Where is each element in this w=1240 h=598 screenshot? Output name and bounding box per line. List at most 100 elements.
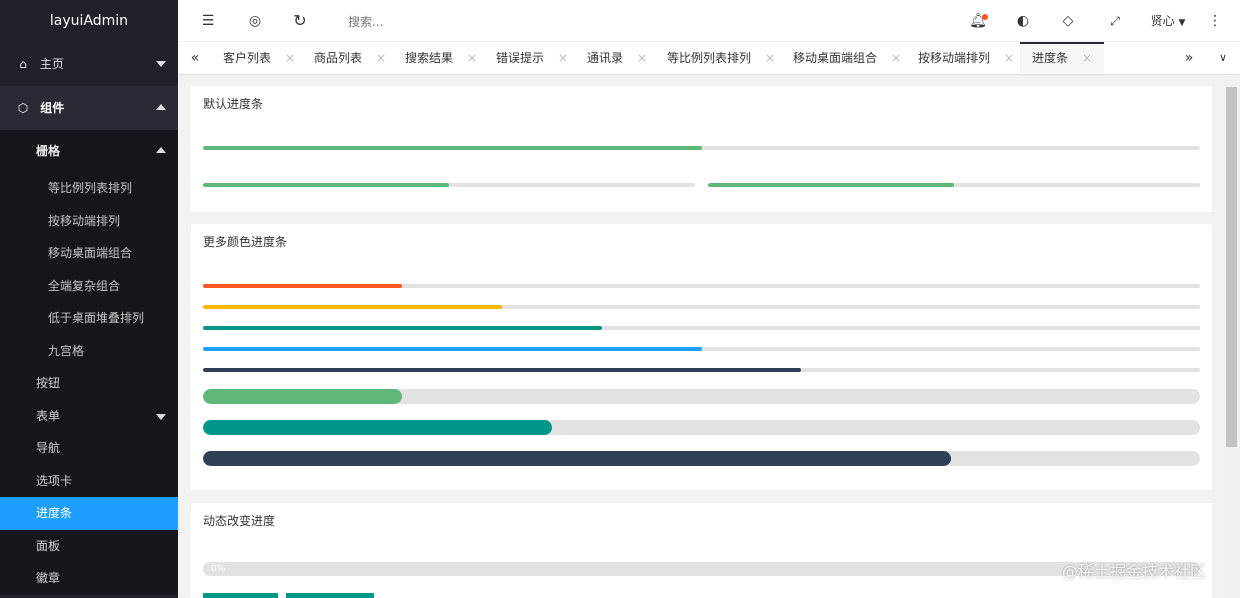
sidebar-item-grid[interactable]: 栅格 [0,130,178,172]
search-input[interactable] [348,13,508,31]
sidebar-item-label: 组件 [40,101,65,115]
sidebar-item-forms[interactable]: 表单 [0,400,178,433]
progress-fill [203,305,503,309]
tabs-dropdown-icon[interactable]: ∨ [1206,42,1240,74]
tab-label: 通讯录 [587,51,624,65]
loading-simulate-button[interactable] [286,593,374,598]
tabs-prev-icon[interactable]: « [178,42,212,74]
progress-percent-text: 0% [211,564,226,574]
half-progress-bar-right [708,183,1200,187]
tab-mobile-desktop-combo[interactable]: 移动桌面端组合 × [793,42,901,74]
sidebar-item-mobile-desktop-combo[interactable]: 移动桌面端组合 [0,237,178,270]
progress-fill [203,347,702,351]
tab-contacts[interactable]: 通讯录 × [587,42,647,74]
progress-fill [203,284,403,288]
home-icon: ⌂ [19,57,27,71]
sidebar-item-badge[interactable]: 徽章 [0,562,178,595]
watermark: @稀土掘金技术社区 [1062,562,1207,581]
close-icon[interactable]: × [285,51,295,65]
sidebar-item-proportional-list[interactable]: 等比例列表排列 [0,172,178,205]
default-progress-card: 默认进度条 [191,86,1212,212]
tab-proportional-list[interactable]: 等比例列表排列 × [667,42,775,74]
yellow-progress-bar [203,305,1200,309]
close-icon[interactable]: × [558,51,568,65]
card-title: 动态改变进度 [203,514,276,528]
orange-progress-bar [203,284,1200,288]
sidebar-item-stack-below-desktop[interactable]: 低于桌面堆叠排列 [0,302,178,335]
dynamic-progress-bar: 0% [203,562,1200,576]
tag-icon[interactable]: ◇ [1056,0,1080,42]
tab-progress[interactable]: 进度条 × [1020,42,1105,74]
progress-fill [203,146,702,150]
sidebar-item-home[interactable]: ⌂ 主页 [0,42,178,86]
cube-icon: ⬡ [17,101,29,115]
blue-progress-bar [203,347,1200,351]
chevron-down-icon [156,61,166,67]
tab-product-list[interactable]: 商品列表 × [314,42,386,74]
progress-fill [203,389,403,404]
close-icon[interactable]: × [1082,51,1092,65]
close-icon[interactable]: × [637,51,647,65]
tab-label: 错误提示 [496,51,545,65]
tab-label: 搜索结果 [405,51,454,65]
sidebar-item-buttons[interactable]: 按钮 [0,367,178,400]
fullscreen-icon[interactable]: ⤢ [1103,0,1127,42]
close-icon[interactable]: × [765,51,775,65]
top-header: ☰ ◎ ↻ 🔔︎ ◐ ◇ ⤢ 贤心 ▼ ⋮ [178,0,1240,42]
app-logo[interactable]: layuiAdmin [0,0,178,42]
menu-toggle-icon[interactable]: ☰ [196,0,220,42]
chevron-down-icon [156,413,166,420]
sidebar-item-tabs[interactable]: 选项卡 [0,465,178,498]
set-progress-button[interactable] [203,593,278,598]
tab-customer-list[interactable]: 客户列表 × [223,42,295,74]
default-progress-bar [203,146,1200,150]
sidebar-item-label: 栅格 [36,144,61,158]
chevron-up-icon [156,147,166,153]
sidebar-item-mobile-layout[interactable]: 按移动端排列 [0,205,178,238]
big-green-progress-bar [203,389,1200,404]
scrollbar-thumb[interactable] [1226,87,1237,447]
sidebar-item-components[interactable]: ⬡ 组件 [0,86,178,130]
close-icon[interactable]: × [376,51,386,65]
sidebar-item-label: 表单 [36,408,61,423]
close-icon[interactable]: × [1004,51,1014,65]
progress-fill [203,451,951,466]
globe-icon[interactable]: ◎ [243,0,267,42]
sidebar-item-progress[interactable]: 进度条 [0,497,178,530]
sidebar-item-panel[interactable]: 面板 [0,530,178,563]
tab-label: 商品列表 [314,51,363,65]
sidebar-item-label: 主页 [39,57,64,71]
tab-search-results[interactable]: 搜索结果 × [405,42,477,74]
big-teal-progress-bar [203,420,1200,435]
caret-down-icon: ▼ [1178,18,1186,28]
tab-label: 按移动端排列 [918,51,991,65]
color-progress-card: 更多颜色进度条 [191,224,1212,490]
close-icon[interactable]: × [467,51,477,65]
sidebar-item-nine-grid[interactable]: 九宫格 [0,335,178,368]
dark-progress-bar [203,368,1200,372]
card-title: 更多颜色进度条 [203,235,288,249]
theme-icon[interactable]: ◐ [1011,0,1035,42]
notification-dot [982,14,988,20]
chevron-up-icon [156,104,166,110]
more-icon[interactable]: ⋮ [1206,0,1224,42]
bell-icon[interactable]: 🔔︎ [966,0,990,42]
page-tabs: « 客户列表 × 商品列表 × 搜索结果 × 错误提示 × 通讯录 × 等比例列表排列 × … [178,42,1240,74]
tab-mobile-layout[interactable]: 按移动端排列 × [918,42,1014,74]
progress-fill [203,326,602,330]
sidebar-item-all-device-combo[interactable]: 全端复杂组合 [0,270,178,303]
sidebar: layuiAdmin ⌂ 主页 ⬡ 组件 栅格 等比例列表排列 按移动端排列 移… [0,0,178,598]
dynamic-progress-card: 动态改变进度 0% [191,503,1212,598]
progress-fill [708,183,954,187]
teal-progress-bar [203,326,1200,330]
refresh-icon[interactable]: ↻ [288,0,312,42]
user-name: 贤心 [1150,14,1175,28]
user-menu[interactable]: 贤心 ▼ [1148,0,1188,42]
close-icon[interactable]: × [891,51,901,65]
tab-label: 移动桌面端组合 [793,51,878,65]
progress-fill [203,183,449,187]
tabs-next-icon[interactable]: » [1172,42,1206,74]
sidebar-item-navigation[interactable]: 导航 [0,432,178,465]
tab-label: 等比例列表排列 [667,51,752,65]
tab-error-tips[interactable]: 错误提示 × [496,42,568,74]
